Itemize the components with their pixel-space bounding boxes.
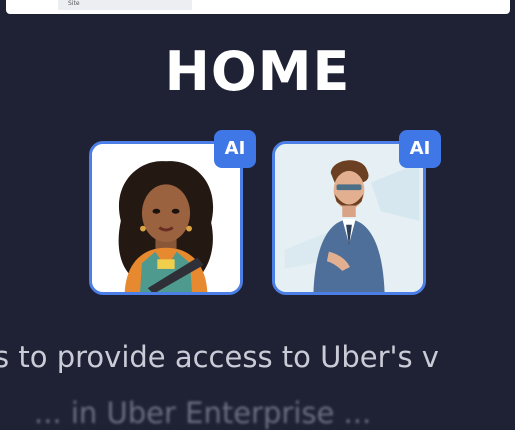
ai-badge: AI — [214, 130, 256, 168]
ai-badge: AI — [399, 130, 441, 168]
browser-tab[interactable]: Site — [58, 0, 192, 10]
browser-top-bar: Site — [6, 0, 510, 14]
page-title: HOME — [164, 40, 351, 103]
mission-text-continued: ... in Uber Enterprise ... — [34, 396, 372, 430]
mission-text: is to provide access to Uber's v — [0, 340, 439, 374]
browser-tab-label: Site — [68, 0, 80, 7]
man-avatar-icon — [275, 144, 423, 292]
